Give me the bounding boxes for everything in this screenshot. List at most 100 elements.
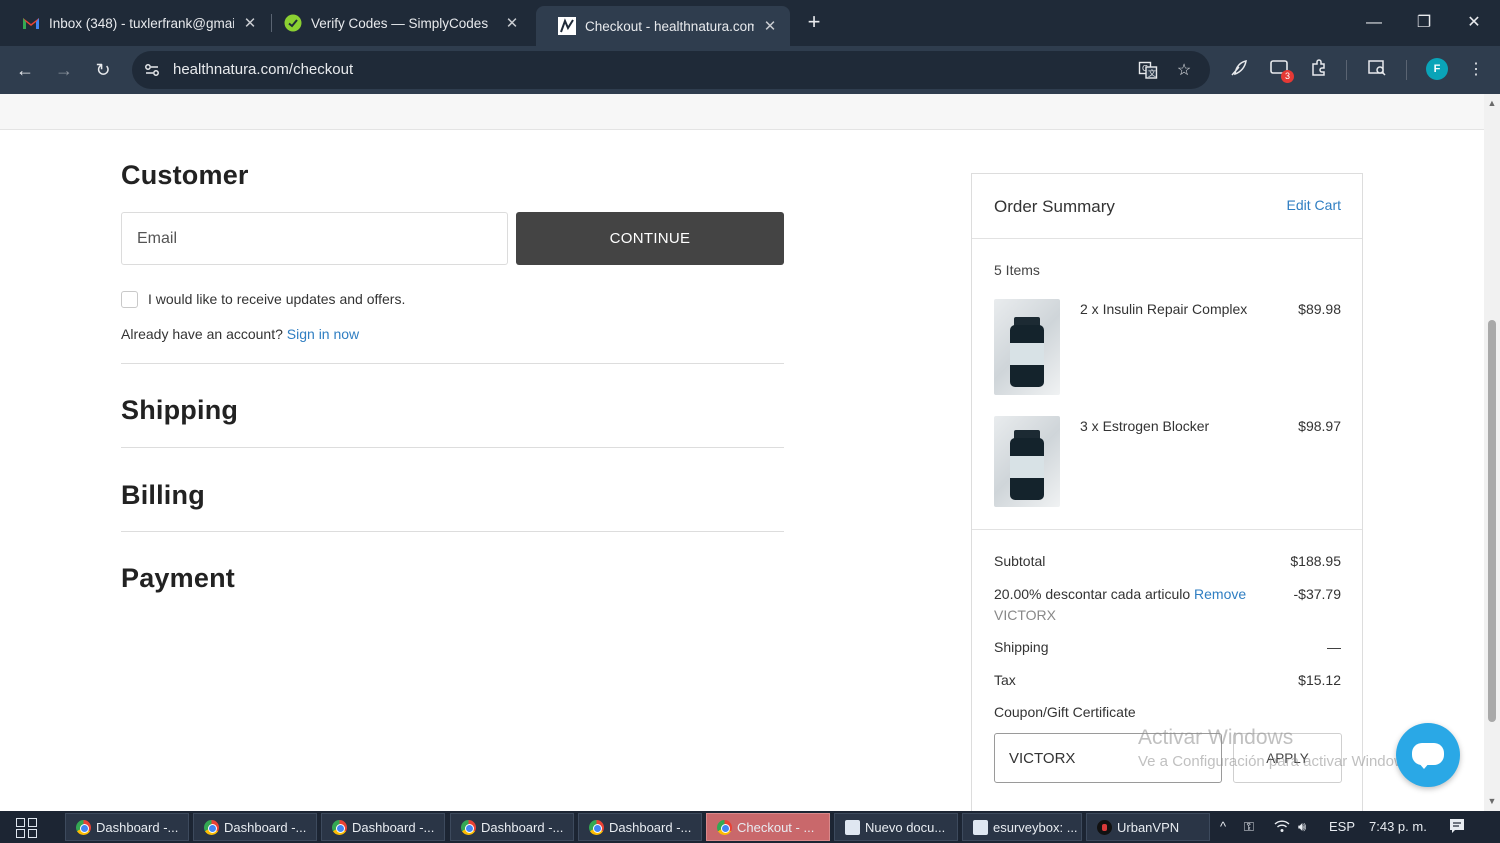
discount-line: 20.00% descontar cada articulo Remove [994, 586, 1246, 602]
product-name: 2 x Insulin Repair Complex [1080, 301, 1248, 317]
simplycodes-icon [284, 14, 302, 32]
extension-badge: 3 [1281, 70, 1294, 83]
chrome-icon [589, 819, 604, 835]
address-bar[interactable]: healthnatura.com/checkout G文 ☆ [132, 51, 1210, 89]
billing-heading[interactable]: Billing [121, 480, 205, 511]
product-image [994, 299, 1060, 395]
tax-value: $15.12 [1298, 672, 1341, 688]
taskbar-item-esurveybox[interactable]: esurveybox: ... [962, 813, 1082, 841]
language-indicator[interactable]: ESP [1329, 819, 1355, 834]
network-adapter-icon[interactable]: ⚿ [1244, 819, 1254, 835]
translate-icon[interactable]: G文 [1137, 60, 1159, 82]
tab-gmail[interactable]: Inbox (348) - tuxlerfrank@gmai ✕ [0, 6, 270, 40]
discount-code: VICTORX [994, 607, 1056, 623]
customer-heading: Customer [121, 160, 249, 190]
wifi-icon[interactable] [1274, 819, 1290, 836]
reload-icon[interactable]: ↻ [89, 56, 117, 84]
tab-simplycodes[interactable]: Verify Codes — SimplyCodes ✕ [262, 6, 532, 40]
chrome-icon [76, 819, 91, 835]
summary-divider [972, 529, 1362, 530]
taskbar-item-dashboard[interactable]: Dashboard -... [450, 813, 574, 841]
taskbar-item-label: Dashboard -... [352, 819, 435, 835]
profile-avatar[interactable]: F [1426, 58, 1448, 80]
payment-heading[interactable]: Payment [121, 563, 235, 594]
taskbar-item-label: Nuevo docu... [865, 819, 946, 835]
clock[interactable]: 7:43 p. m. [1369, 819, 1427, 834]
product-name: 3 x Estrogen Blocker [1080, 418, 1210, 434]
toolbar-divider [1346, 60, 1347, 80]
product-price: $98.97 [1298, 418, 1341, 434]
subtotal-value: $188.95 [1290, 553, 1341, 569]
urbanvpn-icon [1097, 819, 1112, 835]
document-icon [973, 819, 988, 835]
taskbar-item-urbanvpn[interactable]: UrbanVPN [1086, 813, 1210, 841]
taskbar-item-dashboard[interactable]: Dashboard -... [578, 813, 702, 841]
scrollbar-thumb[interactable] [1488, 320, 1496, 722]
section-divider [121, 531, 784, 532]
tab-close-icon[interactable]: ✕ [242, 14, 258, 32]
back-icon[interactable]: ← [11, 56, 39, 84]
taskbar-item-label: UrbanVPN [1117, 819, 1180, 835]
gmail-icon [22, 14, 40, 32]
forward-icon[interactable]: → [50, 56, 78, 84]
tab-title: Checkout - healthnatura.com [585, 18, 754, 34]
edit-cart-link[interactable]: Edit Cart [1287, 197, 1341, 213]
discount-value: -$37.79 [1293, 586, 1341, 602]
svg-text:文: 文 [1148, 68, 1156, 78]
tray-overflow-chevron-icon[interactable]: ^ [1220, 819, 1226, 834]
taskbar-item-dashboard[interactable]: Dashboard -... [193, 813, 317, 841]
notifications-icon[interactable] [1448, 817, 1466, 838]
scroll-down-arrow-icon[interactable]: ▼ [1487, 796, 1497, 806]
extensions-puzzle-icon[interactable] [1307, 58, 1331, 82]
new-tab-icon[interactable]: + [801, 10, 827, 36]
more-menu-icon[interactable]: ⋮ [1464, 58, 1488, 82]
summary-divider [972, 238, 1362, 239]
close-window-icon[interactable]: ✕ [1459, 8, 1489, 38]
chrome-icon [204, 819, 219, 835]
tab-checkout[interactable]: Checkout - healthnatura.com ✕ [536, 6, 790, 46]
extension-feather-icon[interactable] [1227, 58, 1251, 82]
coupon-toggle-link[interactable]: Coupon/Gift Certificate [994, 704, 1136, 720]
document-icon [845, 819, 860, 835]
tab-close-icon[interactable]: ✕ [504, 14, 520, 32]
taskbar-item-dashboard[interactable]: Dashboard -... [321, 813, 445, 841]
site-info-icon[interactable] [142, 60, 162, 80]
chat-icon [1412, 743, 1444, 769]
url-text[interactable]: healthnatura.com/checkout [173, 61, 353, 78]
checkout-page: Customer CONTINUE I would like to receiv… [0, 94, 1484, 811]
taskbar-item-label: Dashboard -... [96, 819, 179, 835]
windows-watermark-title: Activar Windows [1138, 726, 1294, 749]
shipping-heading[interactable]: Shipping [121, 395, 238, 426]
email-field[interactable] [121, 212, 508, 265]
volume-icon[interactable]: 🔊︎ [1298, 819, 1306, 835]
continue-button[interactable]: CONTINUE [516, 212, 784, 265]
healthnatura-icon [558, 17, 576, 35]
newsletter-checkbox[interactable] [121, 291, 138, 308]
chrome-icon [332, 819, 347, 835]
taskbar-item-checkout[interactable]: Checkout - ... [706, 813, 830, 841]
start-icon[interactable] [16, 818, 38, 838]
bookmark-star-icon[interactable]: ☆ [1173, 60, 1195, 82]
section-divider [121, 363, 784, 364]
sign-in-link[interactable]: Sign in now [287, 326, 359, 342]
shipping-value: — [1327, 639, 1341, 655]
chrome-icon [717, 819, 732, 835]
page-scrollbar[interactable]: ▲ ▼ [1484, 94, 1500, 811]
taskbar-item-dashboard[interactable]: Dashboard -... [65, 813, 189, 841]
taskbar-item-label: Dashboard -... [481, 819, 564, 835]
remove-discount-link[interactable]: Remove [1194, 586, 1246, 602]
tab-close-icon[interactable]: ✕ [762, 17, 778, 35]
section-divider [121, 447, 784, 448]
taskbar-item-label: esurveybox: ... [993, 819, 1078, 835]
windows-watermark-subtitle: Ve a Configuración para activar Windows. [1138, 753, 1417, 770]
chat-widget-button[interactable] [1396, 723, 1460, 787]
order-summary: Order Summary Edit Cart 5 Items 2 x Insu… [971, 173, 1363, 811]
account-prompt-line: Already have an account? Sign in now [121, 326, 359, 342]
tab-search-icon[interactable] [1365, 58, 1389, 82]
restore-icon[interactable]: ❐ [1409, 8, 1439, 38]
taskbar-item-nuevo-documento[interactable]: Nuevo docu... [834, 813, 958, 841]
minimize-icon[interactable]: — [1359, 8, 1389, 38]
tab-title: Inbox (348) - tuxlerfrank@gmai [49, 15, 234, 31]
scroll-up-arrow-icon[interactable]: ▲ [1487, 98, 1497, 108]
windows-taskbar: Dashboard -... Dashboard -... Dashboard … [0, 811, 1500, 843]
